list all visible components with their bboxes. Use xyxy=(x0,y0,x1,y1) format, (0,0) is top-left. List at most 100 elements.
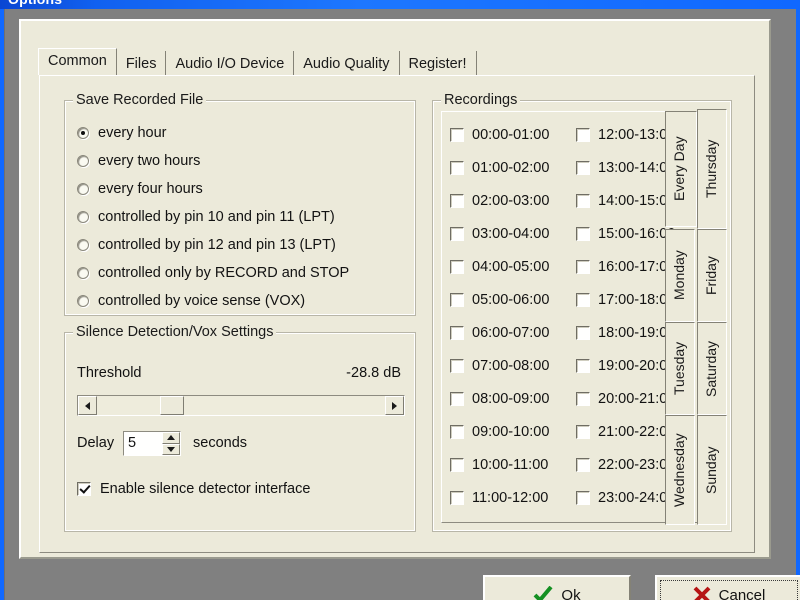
tab-page-common: Save Recorded File every hour every two h… xyxy=(39,75,755,553)
recording-hour-checkbox[interactable]: 23:00-24:00 xyxy=(576,481,675,514)
save-option-radio-4[interactable]: controlled by pin 12 and pin 13 (LPT) xyxy=(77,237,336,253)
recording-hour-checkbox[interactable]: 19:00-20:00 xyxy=(576,349,675,382)
checkbox-unchecked-icon xyxy=(450,193,464,208)
recording-hour-checkbox[interactable]: 22:00-23:00 xyxy=(576,448,675,481)
day-tab-label: Tuesday xyxy=(671,341,687,396)
checkbox-unchecked-icon xyxy=(450,358,464,373)
recording-hour-checkbox[interactable]: 11:00-12:00 xyxy=(450,481,549,514)
recording-hour-label: 17:00-18:00 xyxy=(598,291,676,308)
day-tab-friday[interactable]: Friday xyxy=(697,229,727,322)
save-option-label: controlled by pin 12 and pin 13 (LPT) xyxy=(98,237,336,253)
checkbox-unchecked-icon xyxy=(450,424,464,439)
recording-hour-label: 11:00-12:00 xyxy=(472,489,549,506)
day-tab-monday[interactable]: Monday xyxy=(665,229,695,322)
tab-strip: Common Files Audio I/O Device Audio Quality… xyxy=(38,48,477,75)
recording-hour-checkbox[interactable]: 04:00-05:00 xyxy=(450,250,549,283)
recording-hour-label: 21:00-22:00 xyxy=(598,423,676,440)
save-option-label: controlled by pin 10 and pin 11 (LPT) xyxy=(98,209,335,225)
tab-label: Register! xyxy=(408,56,467,72)
recording-hour-checkbox[interactable]: 09:00-10:00 xyxy=(450,415,549,448)
slider-track[interactable] xyxy=(97,396,385,415)
dialog-client-area: Common Files Audio I/O Device Audio Quality… xyxy=(19,19,771,559)
recording-hour-checkbox[interactable]: 05:00-06:00 xyxy=(450,283,549,316)
threshold-slider[interactable] xyxy=(77,395,405,416)
recording-hour-checkbox[interactable]: 00:00-01:00 xyxy=(450,118,549,151)
recording-hour-checkbox[interactable]: 15:00-16:00 xyxy=(576,217,675,250)
checkbox-unchecked-icon xyxy=(450,127,464,142)
save-option-radio-1[interactable]: every two hours xyxy=(77,153,200,169)
checkbox-unchecked-icon xyxy=(450,325,464,340)
tab-audio-quality[interactable]: Audio Quality xyxy=(294,51,400,75)
save-recorded-file-group: Save Recorded File every hour every two h… xyxy=(64,92,416,316)
desktop-background: Options Common Files Audio I/O Device Audio… xyxy=(0,0,800,600)
recordings-group-legend: Recordings xyxy=(441,92,521,108)
tab-label: Files xyxy=(125,56,157,72)
recording-hour-checkbox[interactable]: 06:00-07:00 xyxy=(450,316,549,349)
day-tab-saturday[interactable]: Saturday xyxy=(697,322,727,415)
recording-hour-checkbox[interactable]: 17:00-18:00 xyxy=(576,283,675,316)
save-option-radio-3[interactable]: controlled by pin 10 and pin 11 (LPT) xyxy=(77,209,335,225)
slider-thumb[interactable] xyxy=(160,396,185,415)
save-option-radio-0[interactable]: every hour xyxy=(77,125,167,141)
recording-hour-checkbox[interactable]: 08:00-09:00 xyxy=(450,382,549,415)
recording-hour-label: 12:00-13:00 xyxy=(598,126,676,143)
checkbox-unchecked-icon xyxy=(576,391,590,406)
recording-hour-checkbox[interactable]: 07:00-08:00 xyxy=(450,349,549,382)
tab-register[interactable]: Register! xyxy=(399,51,477,75)
recording-hour-label: 23:00-24:00 xyxy=(598,489,676,506)
day-tab-sunday[interactable]: Sunday xyxy=(697,415,727,525)
recording-hour-label: 22:00-23:00 xyxy=(598,456,676,473)
ok-button[interactable]: Ok xyxy=(483,575,631,600)
delay-increment-button[interactable] xyxy=(162,432,180,444)
day-tab-every-day[interactable]: Every Day xyxy=(665,111,697,227)
day-tab-wednesday[interactable]: Wednesday xyxy=(665,415,695,525)
tab-audio-i-o-device[interactable]: Audio I/O Device xyxy=(166,51,295,75)
recording-hour-label: 18:00-19:00 xyxy=(598,324,676,341)
enable-silence-detector-label: Enable silence detector interface xyxy=(100,481,311,497)
delay-spin-buttons xyxy=(162,432,180,455)
enable-silence-detector-checkbox[interactable]: Enable silence detector interface xyxy=(77,481,310,497)
recording-hour-label: 04:00-05:00 xyxy=(472,258,550,275)
slider-left-arrow-button[interactable] xyxy=(78,396,97,415)
radio-unselected-icon xyxy=(77,239,89,251)
checkbox-unchecked-icon xyxy=(576,457,590,472)
recording-hour-checkbox[interactable]: 12:00-13:00 xyxy=(576,118,675,151)
day-tab-tuesday[interactable]: Tuesday xyxy=(665,322,695,415)
recording-hour-checkbox[interactable]: 18:00-19:00 xyxy=(576,316,675,349)
slider-right-arrow-button[interactable] xyxy=(385,396,404,415)
save-option-radio-5[interactable]: controlled only by RECORD and STOP xyxy=(77,265,349,281)
delay-decrement-button[interactable] xyxy=(162,443,180,455)
day-tab-label: Thursday xyxy=(703,139,719,199)
recording-hour-checkbox[interactable]: 16:00-17:00 xyxy=(576,250,675,283)
tab-files[interactable]: Files xyxy=(116,51,167,75)
checkbox-unchecked-icon xyxy=(576,226,590,241)
save-option-label: every hour xyxy=(98,125,167,141)
save-option-radio-2[interactable]: every four hours xyxy=(77,181,203,197)
recording-hour-label: 10:00-11:00 xyxy=(472,456,549,473)
silence-detection-group: Silence Detection/Vox Settings Threshold… xyxy=(64,324,416,532)
save-option-radio-6[interactable]: controlled by voice sense (VOX) xyxy=(77,293,305,309)
recording-hour-label: 14:00-15:00 xyxy=(598,192,676,209)
recording-hour-checkbox[interactable]: 20:00-21:00 xyxy=(576,382,675,415)
day-tab-thursday[interactable]: Thursday xyxy=(697,109,727,229)
recording-hour-checkbox[interactable]: 10:00-11:00 xyxy=(450,448,549,481)
cancel-button[interactable]: Cancel xyxy=(655,575,800,600)
hours-column-left: 00:00-01:00 01:00-02:00 02:00-03:00 03:00-0… xyxy=(450,118,549,514)
recording-hour-label: 08:00-09:00 xyxy=(472,390,550,407)
recording-hour-label: 19:00-20:00 xyxy=(598,357,676,374)
recording-hour-checkbox[interactable]: 13:00-14:00 xyxy=(576,151,675,184)
recording-hour-checkbox[interactable]: 21:00-22:00 xyxy=(576,415,675,448)
checkbox-unchecked-icon xyxy=(450,490,464,505)
recording-hour-checkbox[interactable]: 14:00-15:00 xyxy=(576,184,675,217)
checkbox-unchecked-icon xyxy=(576,292,590,307)
recording-hour-label: 06:00-07:00 xyxy=(472,324,550,341)
checkbox-unchecked-icon xyxy=(450,391,464,406)
recording-hour-checkbox[interactable]: 02:00-03:00 xyxy=(450,184,549,217)
recording-hour-checkbox[interactable]: 03:00-04:00 xyxy=(450,217,549,250)
delay-value[interactable]: 5 xyxy=(124,432,162,455)
recording-hour-checkbox[interactable]: 01:00-02:00 xyxy=(450,151,549,184)
recording-hour-label: 13:00-14:00 xyxy=(598,159,676,176)
delay-stepper[interactable]: 5 xyxy=(123,431,181,456)
tab-common[interactable]: Common xyxy=(38,48,117,75)
checkbox-unchecked-icon xyxy=(576,160,590,175)
